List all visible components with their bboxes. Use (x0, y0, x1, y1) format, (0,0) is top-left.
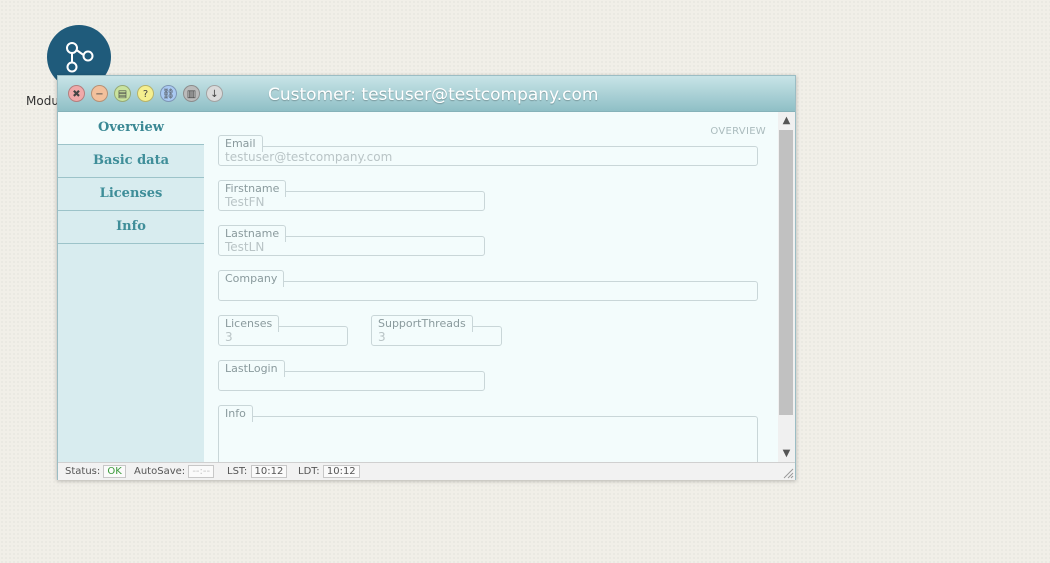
status-label: Status: (65, 466, 101, 477)
network-icon (66, 42, 94, 73)
status-bar: Status: OK AutoSave: --:-- LST: 10:12 LD… (58, 462, 795, 480)
supportthreads-field-group: SupportThreads 3 (371, 315, 502, 349)
window-title: Customer: testuser@testcompany.com (268, 85, 599, 105)
close-icon: ✖ (72, 89, 81, 100)
info-label: Info (218, 405, 253, 422)
minimize-button[interactable]: − (91, 85, 108, 102)
list-button[interactable]: ▥ (183, 85, 200, 102)
licenses-label: Licenses (218, 315, 280, 332)
lst-value: 10:12 (250, 465, 288, 478)
email-label: Email (218, 135, 263, 152)
tab-basic-data[interactable]: Basic data (58, 145, 204, 178)
tab-licenses[interactable]: Licenses (58, 178, 204, 211)
ldt-value: 10:12 (322, 465, 360, 478)
help-icon: ? (142, 89, 149, 100)
download-icon: ↓ (210, 89, 219, 100)
company-field[interactable] (218, 281, 758, 301)
supportthreads-label: SupportThreads (371, 315, 473, 332)
scroll-down-icon[interactable]: ▼ (778, 445, 795, 462)
lastname-label: Lastname (218, 225, 287, 242)
list-icon: ▥ (186, 89, 197, 100)
status-value: OK (103, 465, 126, 478)
autosave-value: --:-- (188, 465, 215, 478)
link-button[interactable]: ⛓ (160, 85, 177, 102)
tab-info[interactable]: Info (58, 211, 204, 244)
save-icon: ▤ (117, 89, 128, 100)
minimize-icon: − (95, 89, 104, 100)
info-textarea[interactable] (218, 416, 758, 462)
company-label: Company (218, 270, 285, 287)
tab-overview[interactable]: Overview (58, 112, 204, 145)
ldt-label: LDT: (298, 466, 320, 477)
customer-window: ✖ − ▤ ? ⛓ ▥ ↓ Customer: testuser@testcom… (57, 75, 796, 480)
licenses-field-group: Licenses 3 (218, 315, 348, 349)
window-titlebar[interactable]: ✖ − ▤ ? ⛓ ▥ ↓ Customer: testuser@testcom… (58, 76, 795, 112)
link-icon: ⛓ (162, 89, 175, 100)
firstname-field-group: Firstname TestFN (218, 180, 485, 214)
scroll-up-icon[interactable]: ▲ (778, 112, 795, 129)
email-field-group: Email testuser@testcompany.com (218, 135, 758, 169)
lastname-field-group: Lastname TestLN (218, 225, 485, 259)
save-button[interactable]: ▤ (114, 85, 131, 102)
autosave-label: AutoSave: (134, 466, 186, 477)
lst-label: LST: (227, 466, 248, 477)
email-field[interactable]: testuser@testcompany.com (218, 146, 758, 166)
overview-panel: OVERVIEW Email testuser@testcompany.com … (204, 112, 778, 462)
lastlogin-field-group: LastLogin (218, 360, 485, 394)
company-field-group: Company (218, 270, 758, 304)
firstname-label: Firstname (218, 180, 287, 197)
info-field-group: Info (218, 405, 758, 462)
vertical-scrollbar[interactable]: ▲ ▼ (778, 112, 795, 462)
sidebar-nav: Overview Basic data Licenses Info (58, 112, 204, 462)
scroll-thumb[interactable] (779, 130, 793, 415)
desktop-icon-label: Modu (26, 94, 59, 108)
help-button[interactable]: ? (137, 85, 154, 102)
download-button[interactable]: ↓ (206, 85, 223, 102)
lastlogin-label: LastLogin (218, 360, 285, 377)
close-button[interactable]: ✖ (68, 85, 85, 102)
resize-grip-icon[interactable] (782, 467, 794, 479)
